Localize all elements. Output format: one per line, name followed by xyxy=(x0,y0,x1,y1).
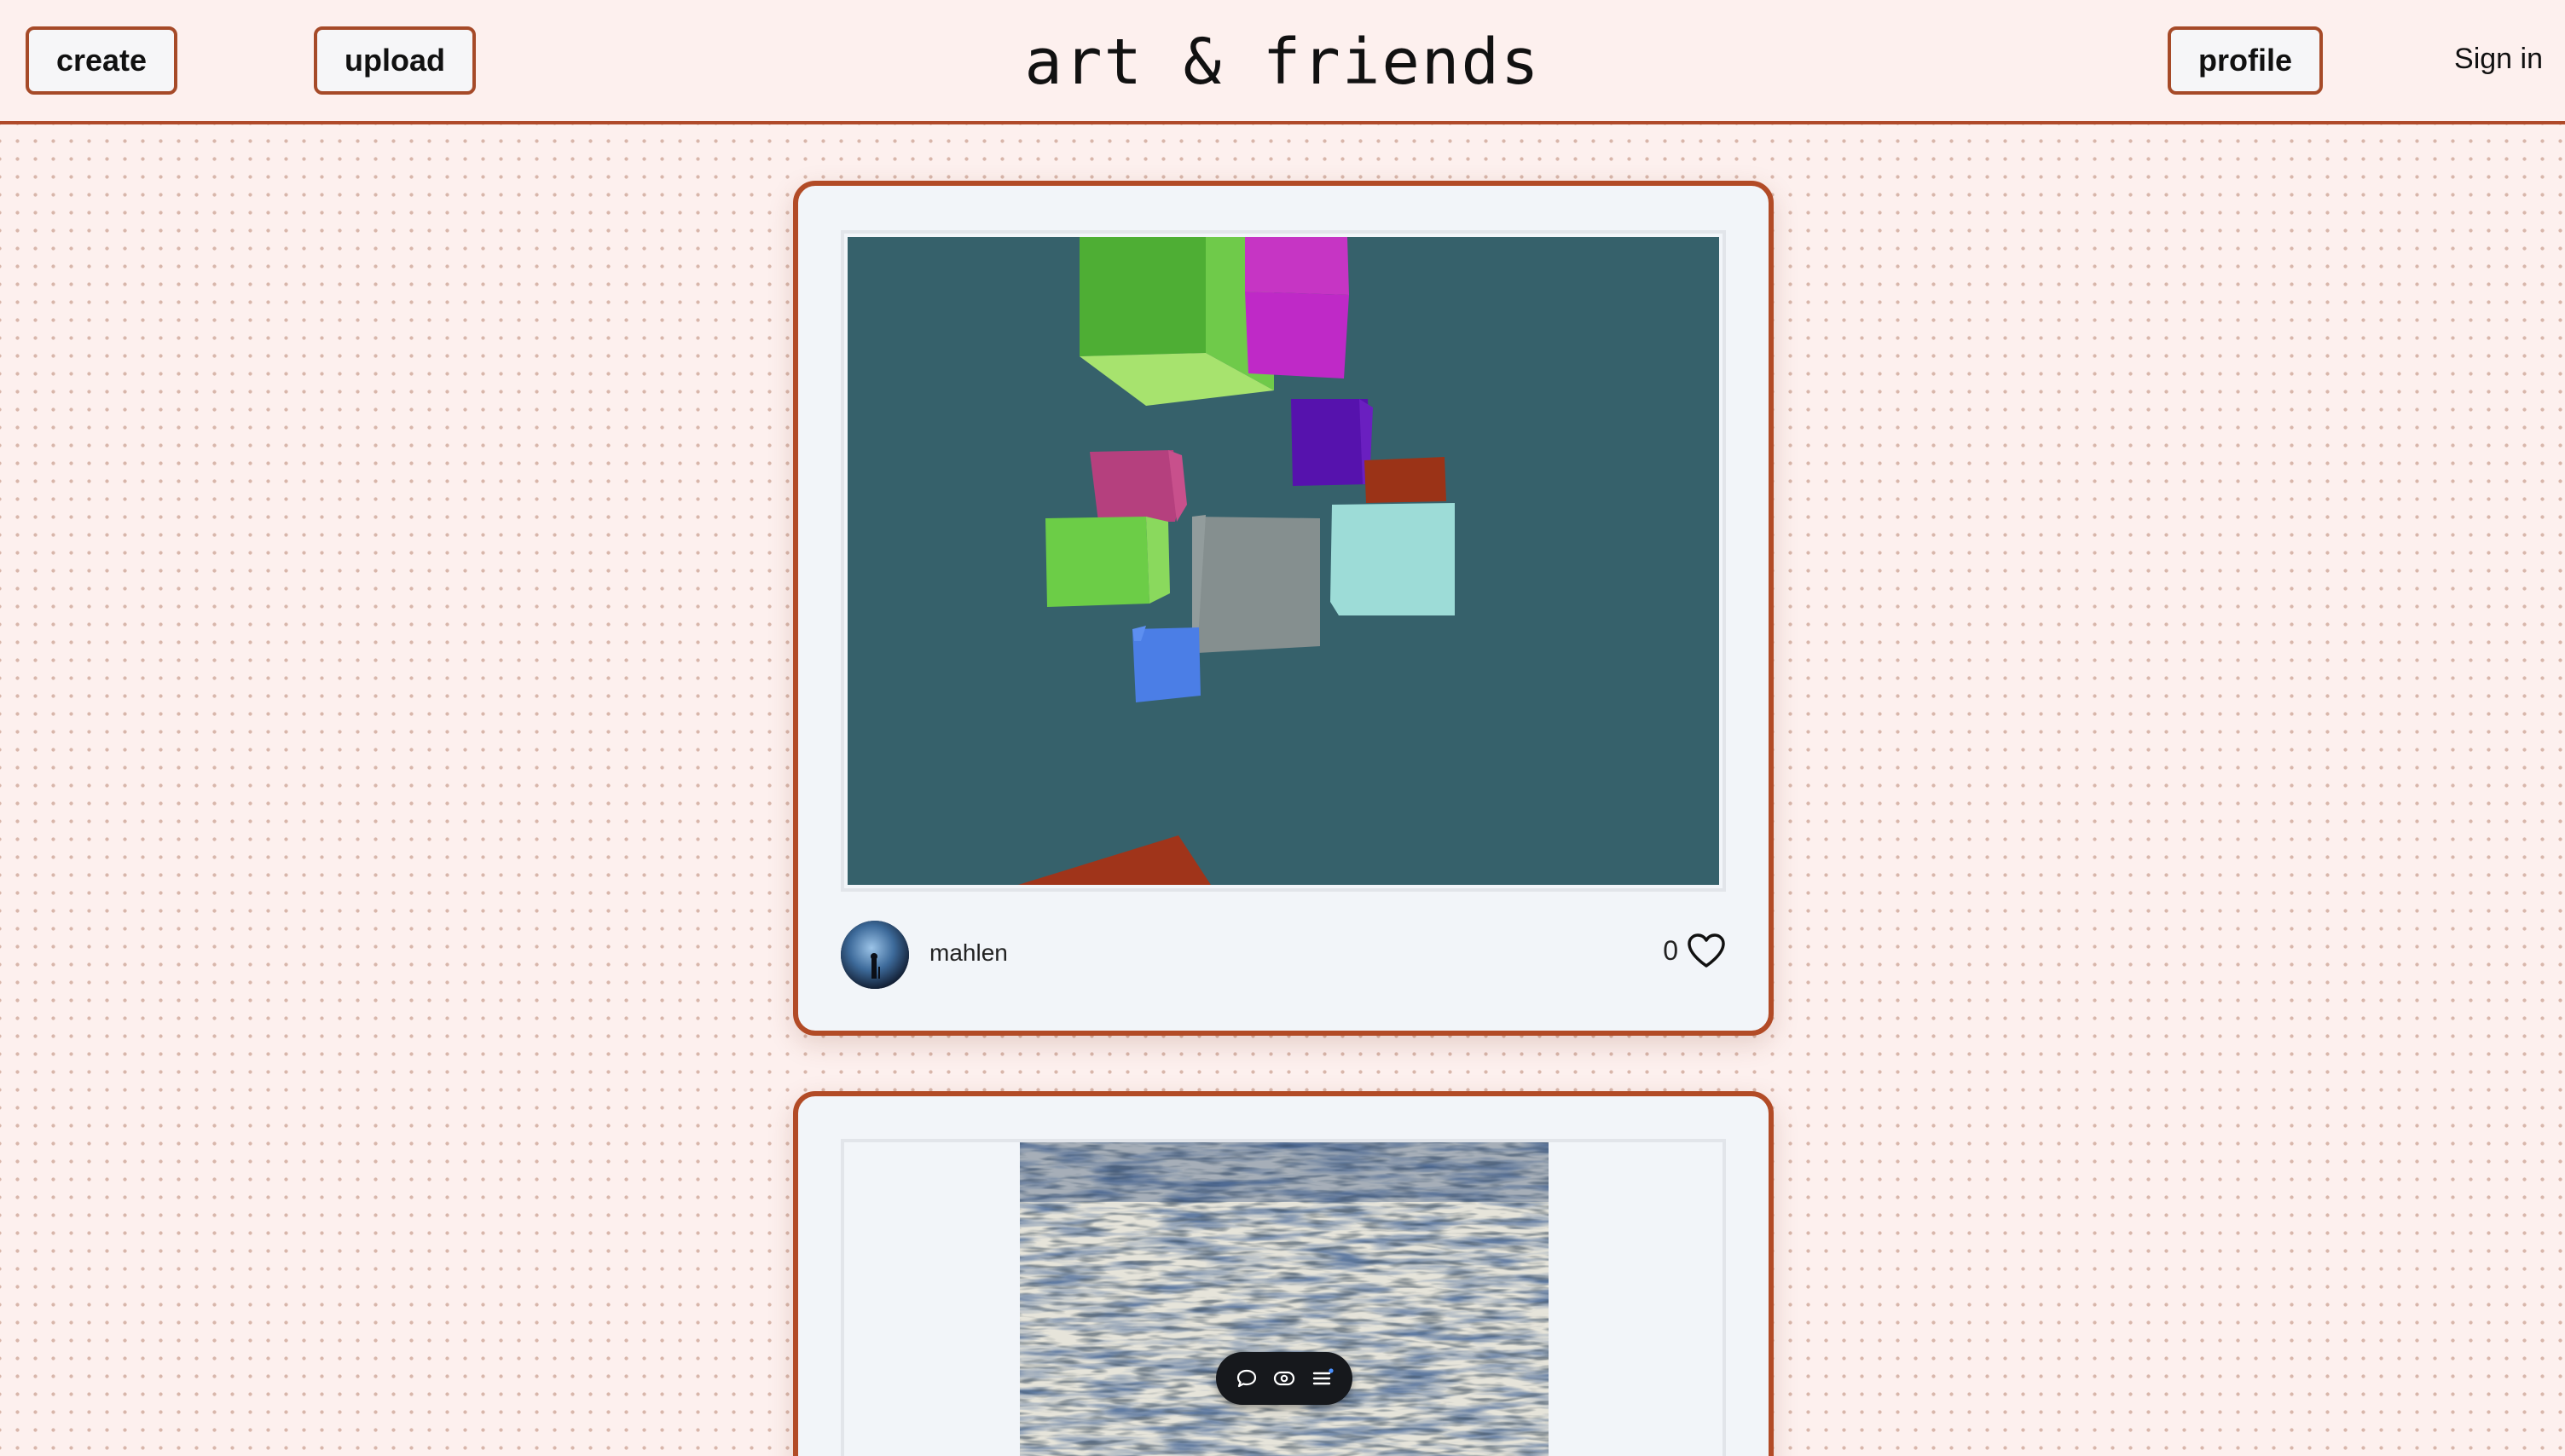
author-username[interactable]: mahlen xyxy=(929,939,1008,967)
cubes-scene xyxy=(848,237,1719,885)
profile-button[interactable]: profile xyxy=(2168,26,2323,95)
abstract-painting xyxy=(1020,1142,1549,1456)
site-header: create upload art & friends profile Sign… xyxy=(0,0,2565,124)
like-button[interactable]: 0 xyxy=(1663,933,1726,968)
author-avatar[interactable] xyxy=(841,921,909,989)
post-footer: mahlen 0 xyxy=(841,921,1726,992)
heart-icon[interactable] xyxy=(1687,933,1726,968)
artwork-frame xyxy=(841,1139,1726,1456)
artwork-painting[interactable] xyxy=(1020,1142,1549,1456)
artwork-canvas[interactable] xyxy=(848,237,1719,885)
artwork-frame xyxy=(841,230,1726,892)
sign-in-link[interactable]: Sign in xyxy=(2454,43,2543,76)
like-count: 0 xyxy=(1663,934,1678,966)
menu-icon[interactable] xyxy=(1308,1364,1337,1393)
floating-toolbar xyxy=(1216,1352,1352,1405)
avatar-silhouette-icon xyxy=(841,921,909,989)
post-card: mahlen 0 xyxy=(793,181,1774,1036)
comment-icon[interactable] xyxy=(1232,1364,1261,1393)
eye-icon[interactable] xyxy=(1270,1364,1299,1393)
